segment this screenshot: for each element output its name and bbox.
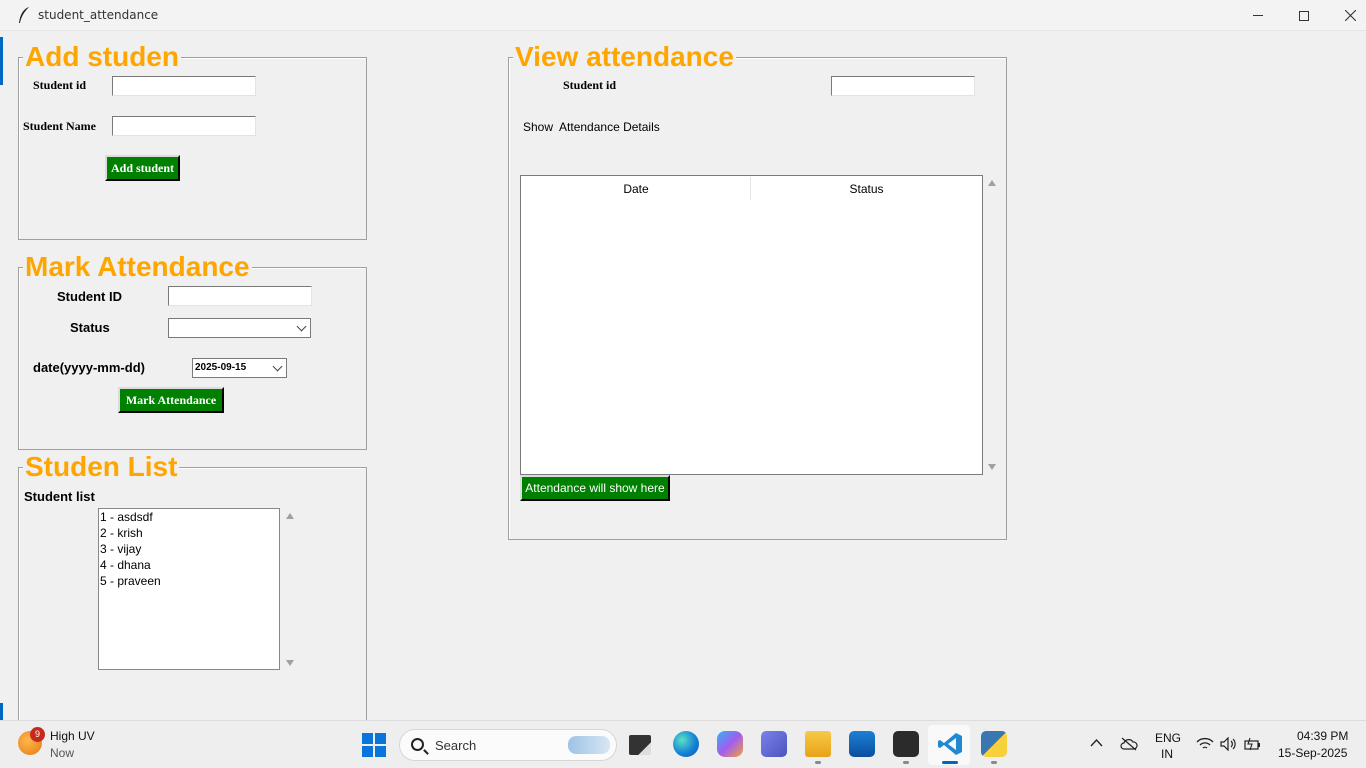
- chevron-down-icon: [272, 361, 283, 372]
- student-name-label: Student Name: [23, 119, 97, 133]
- mark-attendance-title: Mark Attendance: [23, 251, 252, 282]
- maximize-icon: [1299, 10, 1309, 21]
- view-student-id-input[interactable]: [831, 76, 975, 96]
- battery-icon[interactable]: [1244, 737, 1262, 751]
- column-header-status[interactable]: Status: [751, 177, 982, 201]
- table-scroll-down-arrow[interactable]: [988, 464, 996, 470]
- date-picker[interactable]: 2025-09-15: [192, 358, 287, 378]
- file-explorer-running-indicator: [815, 761, 821, 764]
- maximize-button[interactable]: [1281, 0, 1327, 31]
- view-student-id-label: Student id: [563, 78, 617, 92]
- windows-logo-tile: [375, 733, 386, 744]
- windows-logo-icon: [362, 733, 373, 744]
- copilot-icon[interactable]: [717, 731, 743, 757]
- minimize-icon: [1253, 15, 1263, 16]
- status-label: Status: [70, 320, 110, 335]
- python-running-indicator: [991, 761, 997, 764]
- minimize-button[interactable]: [1235, 0, 1281, 31]
- weather-subtitle[interactable]: Now: [50, 746, 74, 760]
- student-list-label: Student list: [24, 489, 95, 504]
- teams-icon[interactable]: [761, 731, 787, 757]
- windows-logo-tile: [362, 746, 373, 757]
- weather-title[interactable]: High UV: [50, 729, 95, 743]
- show-attendance-button[interactable]: Attendance will show here: [520, 475, 670, 501]
- weather-badge: 9: [30, 727, 45, 742]
- clock-date[interactable]: 15-Sep-2025: [1278, 746, 1347, 760]
- mark-attendance-button[interactable]: Mark Attendance: [118, 387, 224, 413]
- title-bar: student_attendance: [0, 0, 1366, 31]
- python-icon[interactable]: [981, 731, 1007, 757]
- search-highlight-image: [568, 736, 610, 754]
- taskbar-search[interactable]: Search: [399, 729, 617, 761]
- scroll-up-arrow[interactable]: [286, 513, 294, 519]
- start-button[interactable]: [362, 733, 386, 757]
- language-line2[interactable]: IN: [1161, 747, 1173, 761]
- scroll-down-arrow[interactable]: [286, 660, 294, 666]
- student-list-title: Studen List: [23, 451, 180, 482]
- search-icon: [411, 738, 424, 751]
- search-placeholder: Search: [435, 738, 477, 753]
- list-item[interactable]: 5 - praveen: [99, 573, 279, 589]
- file-explorer-icon[interactable]: [805, 731, 831, 757]
- table-scroll-up-arrow[interactable]: [988, 180, 996, 186]
- student-listbox[interactable]: 1 - asdsdf 2 - krish 3 - vijay 4 - dhana…: [98, 508, 280, 670]
- attendance-details-label: Show Attendance Details: [523, 120, 660, 134]
- window-edge: [0, 31, 9, 723]
- edge-highlight: [0, 37, 3, 85]
- add-student-title: Add studen: [23, 41, 181, 72]
- window-title: student_attendance: [38, 8, 159, 22]
- windows-logo-tile: [375, 746, 386, 757]
- student-id-label: Student id: [33, 78, 87, 92]
- list-item[interactable]: 4 - dhana: [99, 557, 279, 573]
- volume-icon[interactable]: [1220, 737, 1238, 751]
- taskbar: 9 High UV Now Search ENG IN 04:39 PM 15-…: [0, 720, 1366, 768]
- close-button[interactable]: [1327, 0, 1366, 31]
- mark-student-id-label: Student ID: [57, 289, 122, 304]
- view-attendance-title: View attendance: [513, 41, 736, 72]
- date-label: date(yyyy-mm-dd): [33, 360, 145, 375]
- task-view-icon[interactable]: [629, 735, 651, 755]
- wifi-icon[interactable]: [1196, 737, 1214, 751]
- feather-icon: [19, 7, 29, 23]
- list-item[interactable]: 2 - krish: [99, 525, 279, 541]
- mark-student-id-input[interactable]: [168, 286, 312, 306]
- close-icon: [1344, 10, 1356, 21]
- date-value: 2025-09-15: [195, 362, 247, 373]
- list-item[interactable]: 3 - vijay: [99, 541, 279, 557]
- vscode-active-indicator: [942, 761, 958, 764]
- terminal-running-indicator: [903, 761, 909, 764]
- terminal-icon[interactable]: [893, 731, 919, 757]
- add-student-button[interactable]: Add student: [105, 155, 180, 181]
- list-item[interactable]: 1 - asdsdf: [99, 509, 279, 525]
- clock-time[interactable]: 04:39 PM: [1297, 729, 1348, 743]
- vscode-icon[interactable]: [937, 731, 963, 757]
- attendance-table[interactable]: Date Status: [520, 175, 983, 475]
- chevron-up-icon[interactable]: [1090, 739, 1103, 747]
- column-header-date[interactable]: Date: [522, 177, 750, 201]
- language-line1[interactable]: ENG: [1155, 731, 1181, 745]
- chevron-down-icon: [296, 321, 307, 332]
- student-name-input[interactable]: [112, 116, 256, 136]
- status-select[interactable]: [168, 318, 311, 338]
- edge-icon[interactable]: [673, 731, 699, 757]
- store-icon[interactable]: [849, 731, 875, 757]
- cloud-offline-icon[interactable]: [1120, 737, 1138, 751]
- student-id-input[interactable]: [112, 76, 256, 96]
